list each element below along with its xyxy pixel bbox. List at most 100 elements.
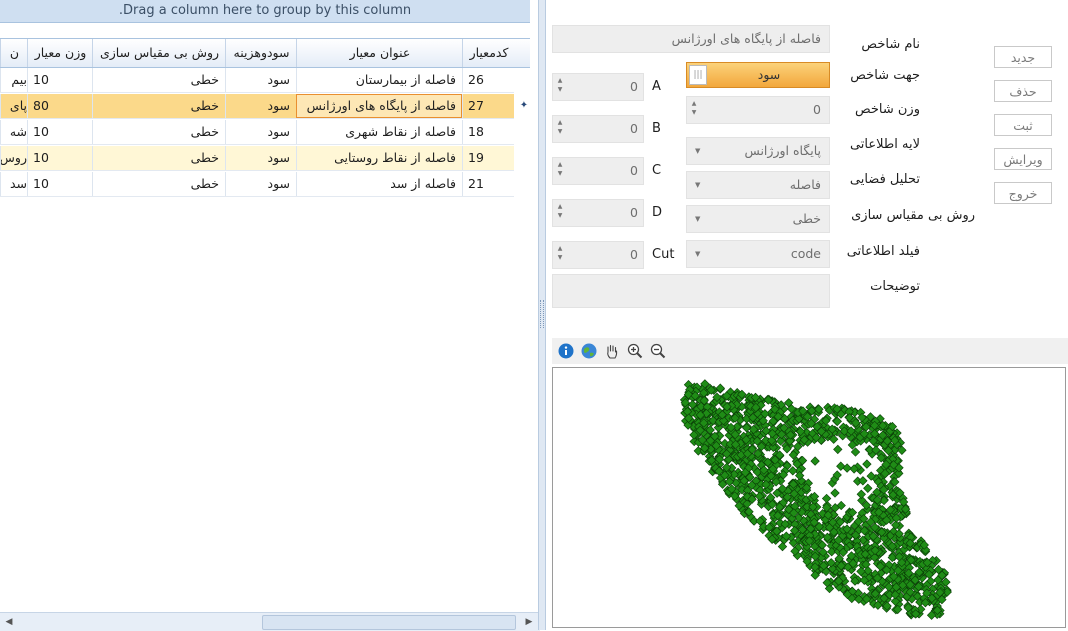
param-a-spinner[interactable]: ▲ ▼ 0	[552, 73, 644, 101]
table-row[interactable]: 27 فاصله از پایگاه های اورژانس سود خطی 80 پای	[0, 94, 514, 119]
globe-icon[interactable]	[581, 343, 597, 359]
spin-arrows-icon[interactable]: ▲ ▼	[690, 99, 698, 117]
description-field[interactable]	[552, 274, 830, 308]
cell-weight[interactable]: 10	[27, 120, 92, 144]
name-field[interactable]: فاصله از پایگاه های اورژانس	[552, 25, 830, 53]
cell-extra[interactable]: بیم	[0, 68, 27, 92]
table-row[interactable]: 26 فاصله از بیمارستان سود خطی 10 بیم	[0, 68, 514, 93]
cell-weight[interactable]: 10	[27, 68, 92, 92]
group-by-panel[interactable]: .Drag a column here to group by this col…	[0, 0, 530, 23]
delete-button[interactable]: حذف	[994, 80, 1052, 102]
table-row[interactable]: 18 فاصله از نقاط شهری سود خطی 10 شه	[0, 120, 514, 145]
param-value: 0	[630, 247, 638, 262]
zoom-in-icon[interactable]	[627, 343, 643, 359]
cell-benefit[interactable]: سود	[225, 94, 296, 118]
toggle-thumb-icon[interactable]: |||	[689, 65, 707, 85]
cell-title[interactable]: فاصله از نقاط شهری	[296, 120, 462, 144]
cell-extra[interactable]: شه	[0, 120, 27, 144]
weight-value: 0	[813, 102, 821, 117]
grid-header: کدمعیار عنوان معیار سودوهزینه روش بی مقی…	[0, 38, 530, 68]
cell-benefit[interactable]: سود	[225, 146, 296, 170]
param-value: 0	[630, 205, 638, 220]
cell-method[interactable]: خطی	[92, 120, 225, 144]
weight-spinner[interactable]: ▲ ▼ 0	[686, 96, 830, 124]
map-view[interactable]	[552, 367, 1066, 628]
map-toolbar	[552, 338, 1068, 364]
cell-method[interactable]: خطی	[92, 146, 225, 170]
spin-arrows-icon[interactable]: ▲ ▼	[556, 118, 564, 136]
table-row[interactable]: 19 فاصله از نقاط روستایی سود خطی 10 روس	[0, 146, 514, 171]
layer-dropdown[interactable]: ▼ پایگاه اورژانس	[686, 137, 830, 165]
param-value: 0	[630, 163, 638, 178]
column-header-code[interactable]: کدمعیار	[462, 39, 515, 67]
cell-weight[interactable]: 10	[27, 146, 92, 170]
param-label: A	[652, 79, 661, 94]
direction-toggle[interactable]: ||| سود	[686, 62, 830, 88]
cell-extra[interactable]: روس	[0, 146, 27, 170]
name-label: نام شاخص	[861, 37, 920, 52]
save-button[interactable]: ثبت	[994, 114, 1052, 136]
method-label: روش بی مقیاس سازی	[851, 208, 975, 223]
dropdown-arrow-icon[interactable]: ▼	[695, 172, 700, 198]
analysis-dropdown[interactable]: ▼ فاصله	[686, 171, 830, 199]
cell-title[interactable]: فاصله از نقاط روستایی	[296, 146, 462, 170]
param-label: D	[652, 205, 663, 220]
layer-value: پایگاه اورژانس	[744, 143, 821, 158]
column-header-extra[interactable]: ن	[0, 39, 28, 67]
cell-method[interactable]: خطی	[92, 94, 225, 118]
cell-extra[interactable]: سد	[0, 172, 27, 196]
new-button[interactable]: جدید	[994, 46, 1052, 68]
dropdown-arrow-icon[interactable]: ▼	[695, 241, 700, 267]
description-label: توضیحات	[870, 279, 920, 294]
table-row[interactable]: 21 فاصله از سد سود خطی 10 سد	[0, 172, 514, 197]
param-cut-spinner[interactable]: ▲ ▼ 0	[552, 241, 644, 269]
method-dropdown[interactable]: ▼ خطی	[686, 205, 830, 233]
cell-title[interactable]: فاصله از سد	[296, 172, 462, 196]
zoom-out-icon[interactable]	[650, 343, 666, 359]
horizontal-scrollbar[interactable]: ◀ ▶	[0, 612, 540, 631]
cell-weight[interactable]: 10	[27, 172, 92, 196]
method-value: خطی	[792, 211, 821, 226]
criteria-grid: .Drag a column here to group by this col…	[0, 0, 540, 631]
panel-splitter[interactable]	[538, 0, 546, 630]
edit-button[interactable]: ویرایش	[994, 148, 1052, 170]
cell-code[interactable]: 19	[462, 146, 514, 170]
scroll-right-arrow-icon[interactable]: ▶	[522, 615, 536, 629]
spin-arrows-icon[interactable]: ▲ ▼	[556, 76, 564, 94]
cell-code[interactable]: 26	[462, 68, 514, 92]
cell-method[interactable]: خطی	[92, 172, 225, 196]
cell-benefit[interactable]: سود	[225, 68, 296, 92]
param-d-spinner[interactable]: ▲ ▼ 0	[552, 199, 644, 227]
cell-code[interactable]: 27	[462, 94, 514, 118]
cell-title[interactable]: فاصله از پایگاه های اورژانس	[296, 94, 462, 118]
scroll-thumb[interactable]	[262, 615, 516, 630]
cell-method[interactable]: خطی	[92, 68, 225, 92]
cell-code[interactable]: 18	[462, 120, 514, 144]
cell-extra[interactable]: پای	[0, 94, 27, 118]
cell-weight[interactable]: 80	[27, 94, 92, 118]
dropdown-arrow-icon[interactable]: ▼	[695, 206, 700, 232]
scroll-left-arrow-icon[interactable]: ◀	[2, 615, 16, 629]
dropdown-arrow-icon[interactable]: ▼	[695, 138, 700, 164]
column-header-weight[interactable]: وزن معیار	[27, 39, 93, 67]
param-b-spinner[interactable]: ▲ ▼ 0	[552, 115, 644, 143]
field-label: فیلد اطلاعاتی	[846, 244, 920, 259]
cell-title[interactable]: فاصله از بیمارستان	[296, 68, 462, 92]
exit-button[interactable]: خروج	[994, 182, 1052, 204]
param-c-spinner[interactable]: ▲ ▼ 0	[552, 157, 644, 185]
column-header-benefit[interactable]: سودوهزینه	[225, 39, 297, 67]
column-header-method[interactable]: روش بی مقیاس سازی	[92, 39, 226, 67]
spin-arrows-icon[interactable]: ▲ ▼	[556, 202, 564, 220]
column-header-title[interactable]: عنوان معیار	[296, 39, 463, 67]
cell-code[interactable]: 21	[462, 172, 514, 196]
spin-arrows-icon[interactable]: ▲ ▼	[556, 160, 564, 178]
analysis-label: تحلیل فضایی	[849, 172, 920, 187]
info-icon[interactable]	[558, 343, 574, 359]
field-dropdown[interactable]: ▼ code	[686, 240, 830, 268]
field-value: code	[790, 246, 821, 261]
spin-arrows-icon[interactable]: ▲ ▼	[556, 244, 564, 262]
cell-benefit[interactable]: سود	[225, 172, 296, 196]
pan-hand-icon[interactable]	[604, 343, 620, 359]
analysis-value: فاصله	[789, 177, 821, 192]
cell-benefit[interactable]: سود	[225, 120, 296, 144]
